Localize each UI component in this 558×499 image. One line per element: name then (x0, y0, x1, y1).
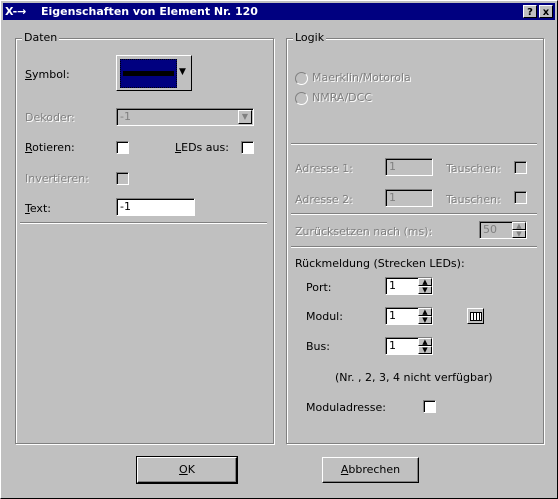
zuruecksetzen-value: 50 (483, 223, 497, 236)
invertieren-checkbox[interactable] (116, 172, 129, 185)
leds-aus-checkbox[interactable] (241, 141, 254, 154)
window-title: Eigenschaften von Element Nr. 120 (41, 5, 258, 18)
module-picker-button[interactable] (467, 308, 484, 324)
zuruecksetzen-label: Zurücksetzen nach (ms): (295, 225, 433, 238)
symbol-label: Symbol: (25, 68, 70, 81)
dekoder-dropdown-arrow-icon[interactable]: ▼ (238, 110, 252, 124)
daten-group-title: Daten (22, 31, 60, 44)
logik-separator-3 (291, 246, 537, 248)
nmra-radio[interactable] (295, 92, 308, 105)
tauschen1-label: Tauschen: (446, 162, 501, 175)
modul-input[interactable]: 1 ▲ ▼ (385, 307, 433, 325)
logik-group-title: Logik (293, 31, 327, 44)
rotieren-label: Rotieren: (25, 141, 75, 154)
port-spinner[interactable]: ▲ ▼ (418, 278, 432, 294)
rueckmeldung-label: Rückmeldung (Strecken LEDs): (295, 257, 465, 270)
logik-separator-1 (291, 143, 537, 145)
maerklin-label: Maerklin/Motorola (312, 71, 411, 84)
bus-input[interactable]: 1 ▲ ▼ (385, 337, 433, 355)
invertieren-label: Invertieren: (25, 172, 89, 185)
daten-separator (20, 222, 267, 224)
moduladresse-checkbox[interactable] (423, 400, 436, 413)
logik-group: Logik Maerklin/Motorola NMRA/DCC Adresse… (286, 31, 544, 444)
port-label: Port: (306, 281, 332, 294)
dialog-window: X-→ Eigenschaften von Element Nr. 120 ? … (0, 0, 558, 499)
dekoder-label: Dekoder: (25, 111, 75, 124)
zuruecksetzen-input[interactable]: 50 ▲ ▼ (479, 221, 527, 239)
nmra-label: NMRA/DCC (312, 91, 372, 104)
help-button[interactable]: ? (523, 5, 537, 18)
dekoder-combo[interactable]: -1 ▼ (116, 108, 254, 126)
adresse2-label: Adresse 2: (295, 193, 353, 206)
symbol-dropdown-arrow-icon[interactable]: ▼ (179, 67, 186, 77)
adresse1-input[interactable]: 1 (385, 158, 433, 176)
text-input[interactable]: -1 (116, 198, 195, 216)
port-input[interactable]: 1 ▲ ▼ (385, 277, 433, 295)
moduladresse-label: Moduladresse: (306, 401, 386, 414)
modul-spinner[interactable]: ▲ ▼ (418, 308, 432, 324)
grid-icon (470, 312, 482, 321)
tauschen2-label: Tauschen: (446, 193, 501, 206)
app-icon: X-→ (5, 5, 27, 18)
abbrechen-button[interactable]: Abbrechen (322, 457, 419, 483)
daten-group: Daten Symbol: ▼ Dekoder: -1 ▼ Rotieren: … (15, 31, 274, 444)
verfuegbar-hint: (Nr. , 2, 3, 4 nicht verfügbar) (335, 371, 493, 384)
title-bar: X-→ Eigenschaften von Element Nr. 120 ? … (3, 3, 555, 20)
text-label: Text: (25, 202, 51, 215)
bus-label: Bus: (306, 340, 330, 353)
tauschen2-checkbox[interactable] (514, 191, 527, 204)
rotieren-checkbox[interactable] (116, 141, 129, 154)
bus-value: 1 (389, 339, 396, 352)
ok-button[interactable]: OK (136, 456, 238, 484)
tauschen1-checkbox[interactable] (514, 161, 527, 174)
bus-spinner[interactable]: ▲ ▼ (418, 338, 432, 354)
close-button[interactable]: x (539, 5, 553, 18)
maerklin-radio[interactable] (295, 72, 308, 85)
symbol-picker[interactable]: ▼ (116, 55, 192, 91)
adresse1-label: Adresse 1: (295, 162, 353, 175)
zuruecksetzen-spinner[interactable]: ▲ ▼ (512, 222, 526, 238)
modul-value: 1 (389, 309, 396, 322)
logik-separator-2 (291, 213, 537, 215)
modul-label: Modul: (306, 310, 343, 323)
leds-aus-label: LEDs aus: (175, 141, 229, 154)
symbol-preview (120, 59, 177, 88)
port-value: 1 (389, 279, 396, 292)
adresse2-input[interactable]: 1 (385, 189, 433, 207)
dekoder-value: -1 (120, 110, 131, 123)
